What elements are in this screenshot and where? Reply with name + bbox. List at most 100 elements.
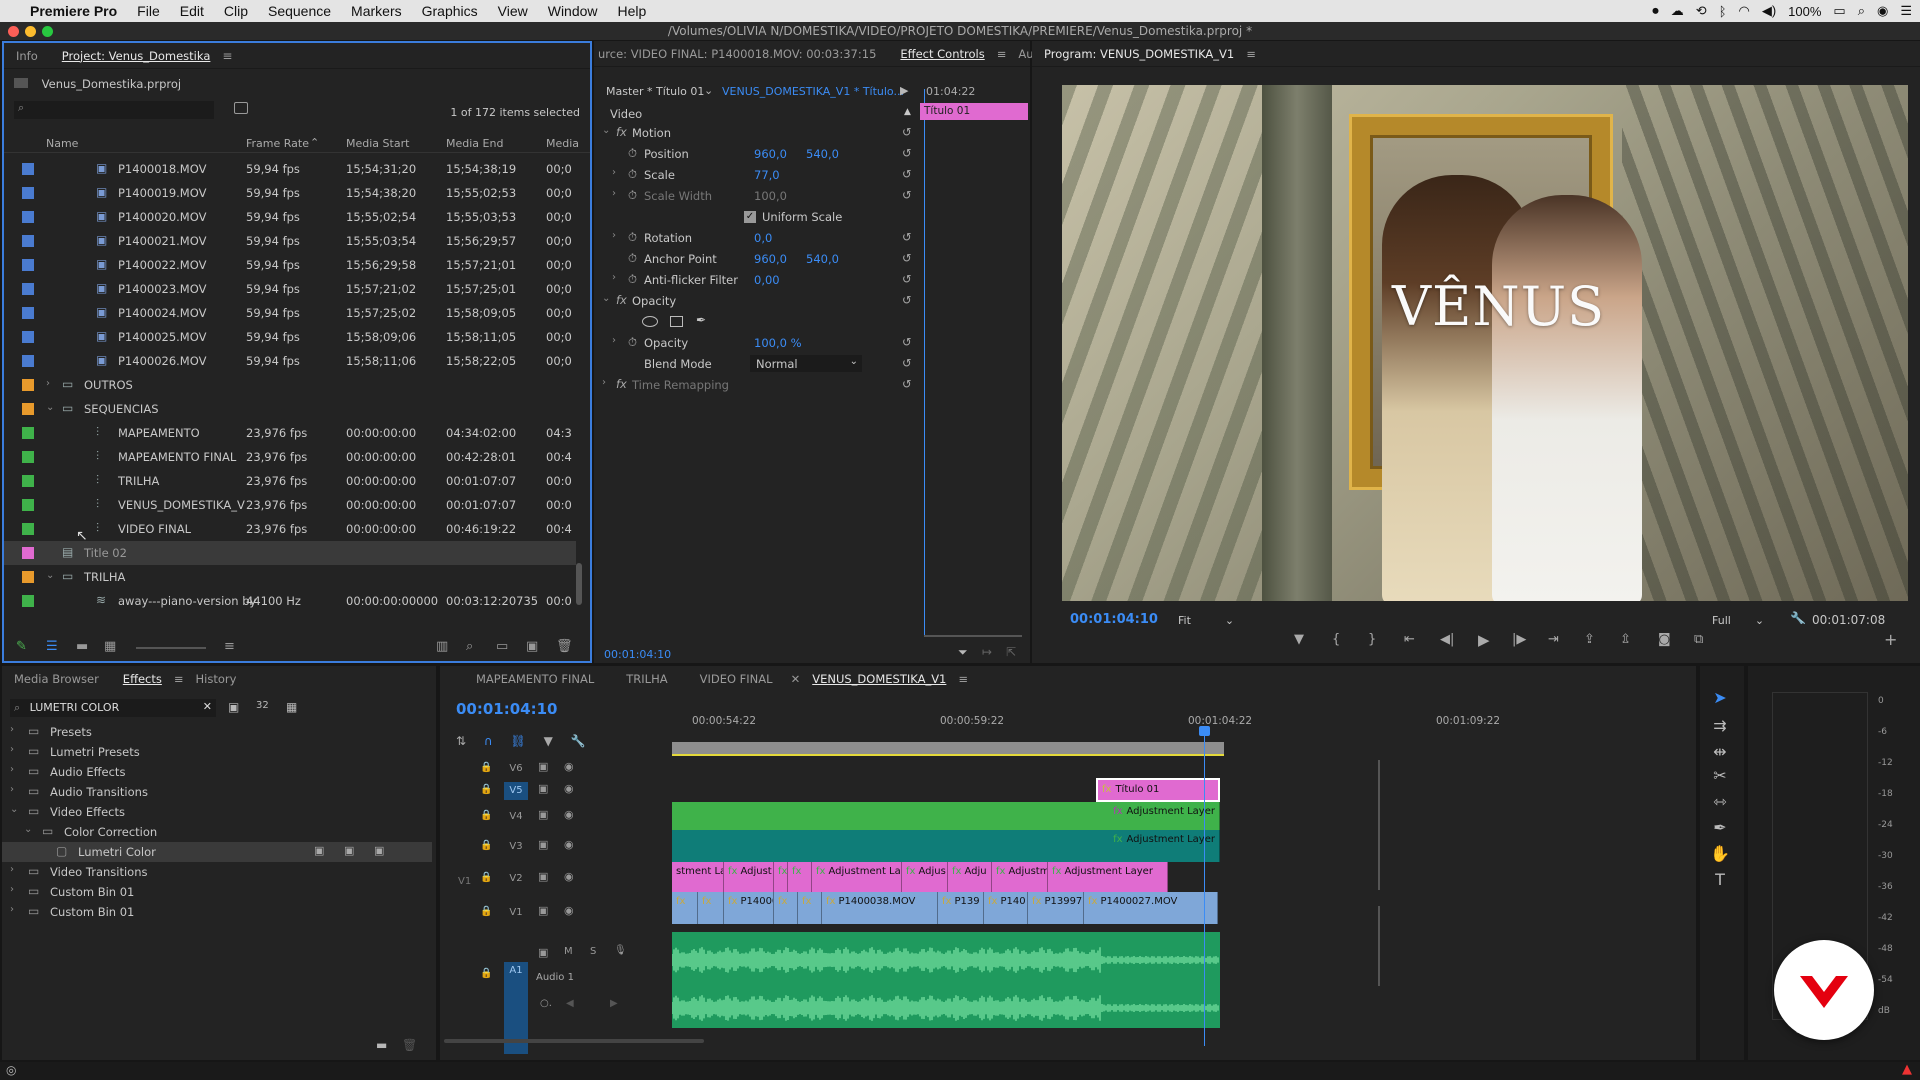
chevron-right-icon[interactable]: › [612, 230, 616, 241]
reset-parameter-icon[interactable]: ↺ [902, 272, 912, 286]
col-name[interactable]: Name [46, 137, 78, 150]
chevron-right-icon[interactable]: › [10, 744, 14, 755]
project-row[interactable]: ▣ P1400021.MOV 59,94 fps 15;55;03;54 15;56;2… [4, 229, 576, 253]
project-row[interactable]: ⫶ MAPEAMENTO 23,976 fps 00:00:00:00 04:34:02… [4, 421, 576, 445]
reset-parameter-icon[interactable]: ↺ [902, 167, 912, 181]
tab-source[interactable]: urce: VIDEO FINAL: P1400018.MOV: 00:03:3… [594, 47, 888, 61]
label-color-swatch[interactable] [22, 259, 34, 271]
add-marker-icon[interactable]: ▼ [544, 734, 553, 748]
zoom-window-button[interactable] [42, 26, 53, 37]
reset-parameter-icon[interactable]: ↺ [902, 251, 912, 265]
lock-icon[interactable]: 🔒 [480, 762, 492, 773]
sort-icons-icon[interactable]: ≡ [224, 639, 235, 654]
fx-badge-icon[interactable]: fx [616, 125, 627, 139]
reset-parameter-icon[interactable]: ↺ [902, 377, 912, 391]
effects-tree-item[interactable]: ▢ Lumetri Color ▣ ▣ ▣ [2, 842, 432, 862]
label-color-swatch[interactable] [22, 499, 34, 511]
timeline-ruler[interactable]: 00:00:54:22 00:00:59:22 00:01:04:22 00:01:0… [672, 710, 1500, 742]
video-clip[interactable]: fxP14000 [724, 892, 774, 924]
lock-icon[interactable]: 🔒 [480, 906, 492, 917]
chevron-right-icon[interactable]: › [10, 864, 14, 875]
project-row[interactable]: ≋ away---piano-version by 44100 Hz 00:00:00… [4, 589, 576, 613]
menu-sequence[interactable]: Sequence [258, 3, 341, 19]
stopwatch-icon[interactable]: ⏱ [628, 230, 637, 245]
find-icon[interactable]: ⌕ [466, 639, 473, 654]
timeline-playhead[interactable] [1204, 726, 1205, 1046]
adjustment-layer-clip[interactable]: fx Adju [948, 862, 992, 892]
track-target-toggle[interactable]: V5 [504, 782, 528, 800]
lift-icon[interactable]: ⇪ [1584, 632, 1595, 647]
record-icon[interactable]: ⏺ [1652, 3, 1659, 19]
label-color-swatch[interactable] [22, 379, 34, 391]
comparison-view-icon[interactable]: ⧉ [1694, 632, 1703, 647]
label-color-swatch[interactable] [22, 523, 34, 535]
reset-parameter-icon[interactable]: ↺ [902, 293, 912, 307]
chevron-right-icon[interactable]: › [46, 378, 50, 389]
chevron-right-icon[interactable]: › [10, 784, 14, 795]
track-select-tool-icon[interactable]: ⇉ [1710, 716, 1730, 736]
label-color-swatch[interactable] [22, 403, 34, 415]
list-view-icon[interactable]: ☰ [46, 639, 58, 654]
app-menu[interactable]: Premiere Pro [20, 3, 127, 19]
scroll-up-icon[interactable]: ▲ [904, 107, 911, 117]
warning-icon[interactable]: ▲ [1902, 1062, 1912, 1077]
status-icon[interactable]: ◎ [6, 1063, 16, 1077]
reset-parameter-icon[interactable]: ↺ [902, 230, 912, 244]
chevron-right-icon[interactable]: › [10, 904, 14, 915]
label-color-swatch[interactable] [22, 283, 34, 295]
menu-graphics[interactable]: Graphics [412, 3, 488, 19]
icon-view-icon[interactable]: ▬ [76, 639, 88, 654]
eye-icon[interactable]: ◉ [564, 838, 574, 851]
adjustment-layer-clip[interactable]: fx Adjust [724, 862, 774, 892]
keyframe-toggle-icon[interactable]: ○. [540, 998, 552, 1009]
menu-clip[interactable]: Clip [214, 3, 258, 19]
track-target-toggle[interactable]: V4 [504, 808, 528, 826]
project-scrollbar[interactable] [576, 563, 582, 605]
zoom-slider[interactable] [136, 647, 206, 649]
video-clip[interactable]: fx [798, 892, 822, 924]
add-button-icon[interactable]: + [1884, 630, 1897, 649]
sync-lock-icon[interactable]: ▣ [538, 760, 548, 773]
timeline-zoom-scrollbar[interactable] [444, 1039, 704, 1043]
menu-markers[interactable]: Markers [341, 3, 412, 19]
label-color-swatch[interactable] [22, 475, 34, 487]
sequence-clip-label[interactable]: VENUS_DOMESTIKA_V1 * Título... [722, 85, 904, 98]
tab-seq-venus[interactable]: VENUS_DOMESTIKA_V1 [800, 672, 958, 686]
reset-parameter-icon[interactable]: ↺ [902, 356, 912, 370]
chevron-right-icon[interactable]: › [612, 272, 616, 283]
play-icon[interactable]: ▶ [1478, 631, 1490, 649]
adjustment-layer-clip[interactable]: fxAdjustme [992, 862, 1048, 892]
lock-icon[interactable]: 🔒 [480, 840, 492, 851]
audio-clip[interactable] [671, 932, 1220, 1028]
ec-value-1[interactable]: 960,0 [754, 252, 787, 266]
sync-lock-icon[interactable]: ▣ [538, 808, 548, 821]
ec-value-1[interactable]: 0,00 [754, 273, 780, 287]
chevron-down-icon[interactable]: ⌄ [46, 570, 54, 581]
video-clip[interactable]: fx P139 [938, 892, 984, 924]
write-protect-icon[interactable]: ✎ [16, 639, 27, 654]
fx-badge-icon[interactable]: fx [616, 377, 627, 391]
blend-mode-select[interactable]: Normal ⌄ [750, 355, 862, 372]
video-clip[interactable]: fx P1400027.MOV [1084, 892, 1218, 924]
tab-info[interactable]: Info [4, 49, 50, 63]
32bit-effects-icon[interactable]: 32 [256, 700, 269, 711]
cloud-icon[interactable]: ☁ [1671, 3, 1684, 19]
chevron-down-icon[interactable]: ⌄ [24, 824, 32, 835]
track-target-toggle[interactable]: V2 [504, 870, 528, 888]
stopwatch-icon[interactable]: ⏱ [628, 251, 637, 266]
type-tool-icon[interactable]: T [1710, 870, 1730, 890]
project-row[interactable]: ▣ P1400022.MOV 59,94 fps 15;56;29;58 15;57;2… [4, 253, 576, 277]
tab-history[interactable]: History [184, 672, 249, 686]
siri-icon[interactable]: ◉ [1877, 3, 1888, 19]
go-to-out-icon[interactable]: ⇥ [1548, 632, 1559, 647]
microphone-icon[interactable]: 🎙 [614, 945, 627, 956]
chevron-down-icon[interactable]: ⌄ [704, 84, 713, 97]
lock-icon[interactable]: 🔒 [480, 810, 492, 821]
playhead-handle[interactable] [1199, 726, 1210, 736]
menu-file[interactable]: File [127, 3, 170, 19]
solo-button[interactable]: S [590, 946, 596, 957]
adjustment-layer-clip[interactable]: fx Adjus [902, 862, 948, 892]
filter-icon[interactable]: ⏷ [958, 645, 968, 660]
label-color-swatch[interactable] [22, 163, 34, 175]
video-clip[interactable]: fx [698, 892, 724, 924]
